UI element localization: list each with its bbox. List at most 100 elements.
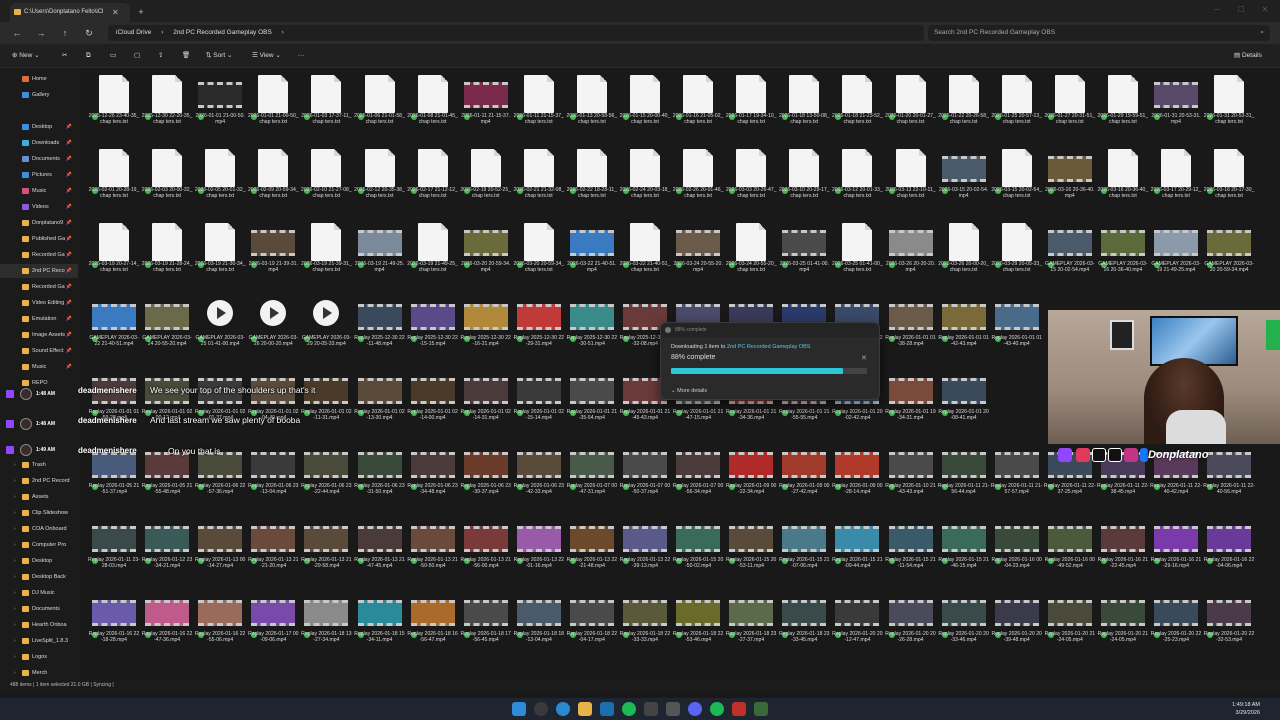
file-item[interactable]: 2026-02-19 20-52-25_chap ters.txt [460, 144, 512, 216]
sidebar-tree-item[interactable]: › Documents [0, 602, 78, 616]
sidebar-item[interactable]: 2nd PC Reco 📌 [0, 264, 78, 278]
file-item[interactable]: Replay 2026-01-01 20-08-41.mp4 [938, 366, 990, 438]
file-item[interactable]: 2026-01-18 13-50-08_chap ters.txt [778, 70, 830, 142]
file-item[interactable]: Replay 2026-01-13 21-21-20.mp4 [247, 514, 299, 586]
chevron-right-icon[interactable]: › [14, 650, 16, 664]
back-arrow-icon[interactable]: ← [10, 26, 24, 40]
file-item[interactable]: 2026-03-18 20-17-30_chap ters.txt [1203, 144, 1255, 216]
file-item[interactable]: 2026-01-11 21-15-37.mp4 [460, 70, 512, 142]
file-item[interactable]: Replay 2026-01-16 22-55-06.mp4 [194, 588, 246, 660]
file-item[interactable]: GAMEPLAY 2026-03-20 20-59-34.mp4 [1203, 218, 1255, 290]
edge-icon[interactable] [556, 702, 570, 716]
app-icon[interactable] [732, 702, 746, 716]
file-item[interactable]: 2026-03-15 20-02-54_chap ters.txt [991, 144, 1043, 216]
file-item[interactable]: 2026-01-16 21-05-02_chap ters.txt [672, 70, 724, 142]
sidebar-item[interactable]: Emulation 📌 [0, 312, 78, 326]
file-item[interactable]: 2026-03-29 20-05-33_chap ters.txt [991, 218, 1043, 290]
sidebar-item[interactable]: Pictures 📌 [0, 168, 78, 182]
file-explorer-icon[interactable] [578, 702, 592, 716]
file-item[interactable]: Replay 2026-01-15 21-09-44.mp4 [831, 514, 883, 586]
file-item[interactable]: Replay 2026-01-01 19-34-31.mp4 [885, 366, 937, 438]
file-item[interactable]: 2026-03-19 21-28-24_chap ters.txt [141, 218, 193, 290]
file-item[interactable]: GAMEPLAY 2026-03-24 20-55-20.mp4 [141, 292, 193, 364]
file-item[interactable]: 2026-03-12 20-01-33_chap ters.txt [831, 144, 883, 216]
search-input[interactable]: Search 2nd PC Recorded Gameplay OBS ⌕ [928, 25, 1270, 41]
file-item[interactable]: 2026-03-16 20-36-40.mp4 [1044, 144, 1096, 216]
more-details-button[interactable]: ⌄ More details [671, 388, 707, 394]
file-item[interactable]: Replay 2026-01-09 00-28-14.mp4 [831, 440, 883, 512]
file-item[interactable]: Replay 2026-01-13 21-50-50.mp4 [407, 514, 459, 586]
refresh-icon[interactable]: ↻ [82, 26, 96, 40]
new-tab-button[interactable]: + [134, 3, 148, 22]
file-item[interactable]: Replay 2026-01-20 20-12-47.mp4 [831, 588, 883, 660]
discord-icon[interactable] [688, 702, 702, 716]
file-item[interactable]: 2026-01-03 17-37-11_chap ters.txt [300, 70, 352, 142]
sidebar-tree-item[interactable]: › 2nd PC Record [0, 474, 78, 488]
file-item[interactable]: 2026-01-31 20-53-31_chap ters.txt [1203, 70, 1255, 142]
copy-icon[interactable]: ⧉ [86, 44, 91, 68]
file-item[interactable]: 2026-01-31 20-53-31.mp4 [1150, 70, 1202, 142]
file-item[interactable]: 2026-02-26 20-01-46_chap ters.txt [672, 144, 724, 216]
chevron-right-icon[interactable]: › [14, 538, 16, 552]
paste-icon[interactable]: ▭ [110, 44, 116, 68]
sidebar-item[interactable]: Documents 📌 [0, 152, 78, 166]
chevron-right-icon[interactable]: › [14, 522, 16, 536]
app-icon[interactable] [754, 702, 768, 716]
sidebar-item[interactable]: Recorded Ga 📌 [0, 248, 78, 262]
tab-close-button[interactable]: ✕ [112, 3, 122, 22]
file-item[interactable]: 2026-03-10 20-29-17_chap ters.txt [778, 144, 830, 216]
file-item[interactable]: 2026-01-01 21-00-50.mp4 [194, 70, 246, 142]
file-item[interactable]: Replay 2025-12-30 22-30-51.mp4 [566, 292, 618, 364]
cut-icon[interactable]: ✂ [62, 44, 67, 68]
chevron-right-icon[interactable]: › [14, 618, 16, 632]
file-item[interactable]: GAMEPLAY 2026-03-26 20-00-20.mp4 [247, 292, 299, 364]
file-item[interactable]: 2026-01-18 21-23-52_chap ters.txt [831, 70, 883, 142]
sidebar-item[interactable]: Image Assets 📌 [0, 328, 78, 342]
sidebar-item[interactable]: Music 📌 [0, 360, 78, 374]
file-item[interactable]: 2026-02-12 20-35-38_chap ters.txt [354, 144, 406, 216]
file-item[interactable]: 2026-02-03 20-00-32_chap ters.txt [141, 144, 193, 216]
more-options-button[interactable]: ··· [298, 44, 305, 68]
file-item[interactable]: 2026-01-01 21-00-50_chap ters.txt [247, 70, 299, 142]
sidebar-item[interactable]: Videos 📌 [0, 200, 78, 214]
file-item[interactable]: Replay 2026-01-16 21-29-16.mp4 [1150, 514, 1202, 586]
file-item[interactable]: Replay 2026-01-15 20-50-02.mp4 [672, 514, 724, 586]
file-item[interactable]: 2026-01-25 20-57-13_chap ters.txt [991, 70, 1043, 142]
file-item[interactable]: Replay 2026-01-15 21-11-54.mp4 [885, 514, 937, 586]
file-item[interactable]: Replay 2026-01-17 00-09-06.mp4 [247, 588, 299, 660]
chevron-right-icon[interactable]: › [14, 634, 16, 648]
file-item[interactable]: 2026-02-21 21-32-08_chap ters.txt [513, 144, 565, 216]
sidebar-item[interactable]: Downloads 📌 [0, 136, 78, 150]
app-icon[interactable] [666, 702, 680, 716]
file-item[interactable]: 2026-03-03 20-26-47_chap ters.txt [725, 144, 777, 216]
file-item[interactable]: Replay 2025-12-30 22-16-21.mp4 [460, 292, 512, 364]
file-item[interactable]: Replay 2026-01-13 22-21-48.mp4 [566, 514, 618, 586]
sidebar-tree-item[interactable]: › Desktop [0, 554, 78, 568]
file-item[interactable]: Replay 2026-01-15 20-53-11.mp4 [725, 514, 777, 586]
file-item[interactable]: 2026-02-17 21-12-12_chap ters.txt [407, 144, 459, 216]
file-item[interactable]: Replay 2026-01-16 00-49-52.mp4 [1044, 514, 1096, 586]
window-close-icon[interactable]: ✕ [1258, 3, 1272, 17]
file-item[interactable]: Replay 2026-01-18 22-33-33.mp4 [619, 588, 671, 660]
file-item[interactable]: Replay 2026-01-13 21-56-00.mp4 [460, 514, 512, 586]
rename-icon[interactable]: ▢ [134, 44, 140, 68]
steam-icon[interactable] [600, 702, 614, 716]
sidebar-tree-item[interactable]: › Assets [0, 490, 78, 504]
file-item[interactable]: Replay 2026-01-06 23-42-33.mp4 [513, 440, 565, 512]
minimize-icon[interactable]: ─ [1210, 3, 1224, 17]
file-item[interactable]: 2026-03-19 21-39-31_chap ters.txt [300, 218, 352, 290]
file-item[interactable]: 2026-02-24 20-03-18_chap ters.txt [619, 144, 671, 216]
file-item[interactable]: Replay 2026-01-18 17-56-45.mp4 [460, 588, 512, 660]
file-item[interactable]: GAMEPLAY 2026-03-15 20-02-54.mp4 [1044, 218, 1096, 290]
search-icon[interactable] [534, 702, 548, 716]
file-item[interactable]: Replay 2026-01-18 22-04-17.mp4 [566, 588, 618, 660]
file-item[interactable]: Replay 2026-01-18 18-13-04.mp4 [513, 588, 565, 660]
file-item[interactable]: 2026-01-22 20-26-58_chap ters.txt [938, 70, 990, 142]
file-item[interactable]: Replay 2025-12-30 22-15-15.mp4 [407, 292, 459, 364]
file-item[interactable]: Replay 2026-01-11 21-56-44.mp4 [938, 440, 990, 512]
file-item[interactable]: 2026-03-19 21-30-34_chap ters.txt [194, 218, 246, 290]
breadcrumb[interactable]: iCloud Drive › 2nd PC Recorded Gameplay … [108, 25, 924, 41]
sidebar-item[interactable]: Recorded Ga 📌 [0, 280, 78, 294]
file-item[interactable]: Replay 2026-01-13 00-14-27.mp4 [194, 514, 246, 586]
file-item[interactable]: Replay 2026-01-01 02-14-00.mp4 [407, 366, 459, 438]
